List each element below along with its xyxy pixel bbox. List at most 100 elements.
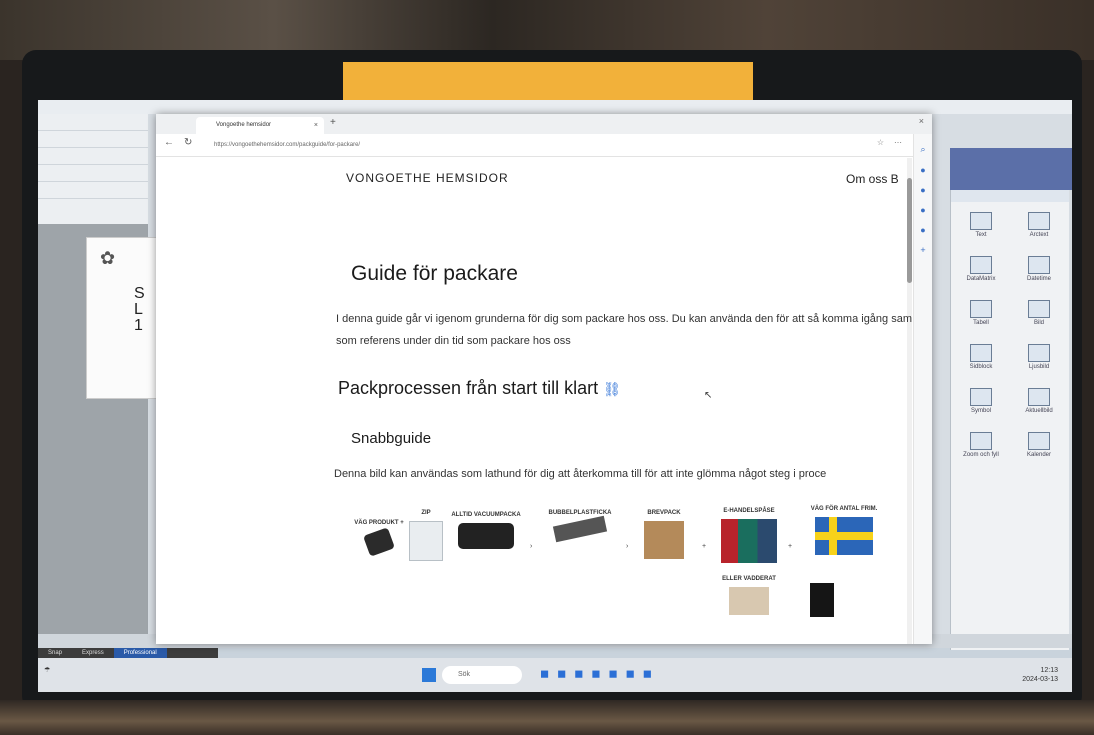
object-tile-label: Ljusbild	[1028, 364, 1050, 370]
current-image-tool-icon	[1028, 388, 1050, 406]
weather-widget[interactable]: ☂	[44, 666, 50, 675]
guide-step-label: ZIP	[421, 510, 431, 516]
taskbar-search[interactable]: Sök	[442, 666, 522, 684]
monitor-tape	[343, 62, 753, 100]
back-icon[interactable]: ←	[164, 137, 174, 148]
datamatrix-tool-icon	[970, 256, 992, 274]
object-tile-label: DataMatrix	[966, 276, 996, 282]
new-tab-icon[interactable]: +	[330, 117, 336, 128]
sidebar-app-icon[interactable]: ●	[914, 225, 932, 235]
block-tool-icon	[970, 344, 992, 362]
window-close-icon[interactable]: ×	[919, 116, 924, 126]
sidebar-app-icon[interactable]: ●	[914, 185, 932, 195]
label-letter: 1	[134, 317, 143, 334]
tray-date: 2024-03-13	[1022, 676, 1058, 683]
mode-tab-professional[interactable]: Professional	[113, 648, 167, 658]
mouse-cursor-icon: ↖	[704, 390, 713, 401]
search-icon[interactable]: ⌕	[914, 144, 932, 155]
intro-paragraph: I denna guide går vi igenom grunderna fö…	[336, 313, 912, 347]
system-tray[interactable]: 12:13 2024-03-13	[1022, 666, 1058, 684]
symbol-tool-icon	[970, 388, 992, 406]
guide-step: ALLTID VACUUMPACKA	[446, 511, 526, 549]
toolbar-row[interactable]	[38, 114, 148, 131]
object-tile-label: Datetime	[1026, 276, 1051, 282]
label-letter: L	[134, 301, 143, 318]
add-icon[interactable]: +	[914, 245, 932, 255]
objects-panel-header	[951, 190, 1069, 202]
object-tile[interactable]: Bild	[1015, 298, 1063, 334]
windows-taskbar: ☂ Sök ◼◼◼◼◼◼◼ 12:13 2024-03-13	[38, 658, 1072, 692]
object-tile[interactable]: Text	[957, 210, 1005, 246]
bubble-pocket-image	[552, 515, 608, 543]
guide-step-label: ELLER VADDERAT	[722, 576, 776, 582]
object-tile-label: Symbol	[970, 408, 991, 414]
reload-icon[interactable]: ↻	[184, 137, 192, 148]
object-tile[interactable]: DataMatrix	[957, 254, 1005, 290]
guide-step: VÄG PRODUKT +	[354, 519, 404, 557]
label-editor-titlebar	[38, 100, 1072, 114]
object-tile[interactable]: Aktuellbild	[1015, 386, 1063, 422]
tray-time: 12:13	[1040, 667, 1058, 674]
label-editor-toolbar[interactable]	[38, 114, 148, 224]
label-text: S L 1	[134, 286, 145, 334]
caption-text: Denna bild kan användas som lathund för …	[334, 468, 827, 480]
calendar-tool-icon	[1028, 432, 1050, 450]
object-tile[interactable]: Zoom och fyll	[957, 430, 1005, 466]
arrow-separator: +	[702, 543, 707, 550]
browser-sidebar: ⌕ ● ● ● ● +	[913, 134, 932, 644]
toolbar-row[interactable]	[38, 165, 148, 182]
site-brand[interactable]: VONGOETHE HEMSIDOR	[346, 171, 509, 185]
pinned-apps[interactable]: ◼◼◼◼◼◼◼	[540, 667, 660, 680]
guide-step-label: E-HANDELSPÅSE	[723, 508, 775, 514]
tab-title: Vongoethe hemsidor	[216, 122, 272, 128]
sidebar-app-icon[interactable]: ●	[914, 165, 932, 175]
object-tile[interactable]: Kalender	[1015, 430, 1063, 466]
flower-icon: ✿	[100, 248, 116, 268]
start-button[interactable]	[422, 668, 436, 682]
url-field[interactable]: https://vongoethehemsidor.com/packguide/…	[214, 138, 714, 152]
toolbar-row[interactable]	[38, 131, 148, 148]
scale-image	[363, 527, 395, 557]
page-content: VONGOETHE HEMSIDOR Om oss B Guide för pa…	[156, 156, 912, 644]
packing-guide-image: VÄG PRODUKT + ZIP ALLTID VACUUMPACKA › B…	[354, 501, 912, 631]
object-tile[interactable]: Symbol	[957, 386, 1005, 422]
object-tile[interactable]: Tabell	[957, 298, 1005, 334]
vacuum-sealer-image	[458, 523, 514, 549]
nav-link-om-oss[interactable]: Om oss B	[846, 172, 899, 186]
shipping-bags-image	[721, 519, 777, 563]
swedish-flag-image	[815, 517, 873, 555]
app-mode-tabs: Snap Express Professional	[38, 648, 218, 658]
object-tile[interactable]: Arctext	[1015, 210, 1063, 246]
object-tile-label: Bild	[1033, 320, 1044, 326]
ribbon-band	[950, 148, 1072, 190]
toolbar-row[interactable]	[38, 182, 148, 199]
table-tool-icon	[970, 300, 992, 318]
subheading: Snabbguide	[351, 430, 432, 447]
object-tile[interactable]: Ljusbild	[1015, 342, 1063, 378]
datetime-tool-icon	[1028, 256, 1050, 274]
picture-tool-icon	[1028, 344, 1050, 362]
objects-tile-grid: Text Arctext DataMatrix Datetime Tabell …	[951, 202, 1069, 474]
arrow-separator: +	[788, 543, 793, 550]
anchor-link-icon[interactable]: ⛓	[603, 381, 621, 397]
guide-step-label: VÄG PRODUKT +	[354, 520, 404, 526]
sidebar-app-icon[interactable]: ●	[914, 205, 932, 215]
object-tile[interactable]: Sidblock	[957, 342, 1005, 378]
guide-step-label: BUBBELPLASTFICKA	[548, 510, 612, 516]
browser-tab[interactable]: Vongoethe hemsidor ×	[196, 117, 324, 134]
object-tile[interactable]: Datetime	[1015, 254, 1063, 290]
arctext-tool-icon	[1028, 212, 1050, 230]
guide-step-label: BREVPACK	[647, 510, 681, 516]
object-tile-label: Kalender	[1026, 452, 1052, 458]
tab-close-icon[interactable]: ×	[314, 117, 318, 134]
object-tile-label: Aktuellbild	[1025, 408, 1053, 414]
image-tool-icon	[1028, 300, 1050, 318]
mode-tab-express[interactable]: Express	[72, 648, 114, 658]
browser-actions[interactable]: ☆⋯	[877, 138, 912, 147]
object-tile-label: Tabell	[973, 320, 989, 326]
arrow-separator: ›	[626, 543, 629, 550]
object-tile-label: Arctext	[1029, 232, 1049, 238]
mode-tab-snap[interactable]: Snap	[38, 648, 72, 658]
toolbar-row[interactable]	[38, 148, 148, 165]
text-tool-icon	[970, 212, 992, 230]
